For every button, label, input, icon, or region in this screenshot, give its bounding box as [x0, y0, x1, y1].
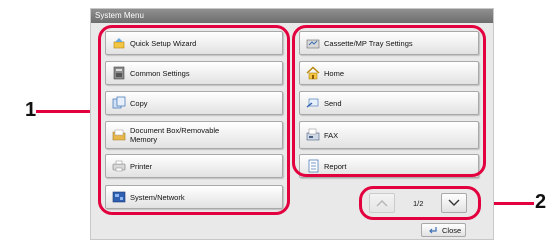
pagination-highlight — [359, 186, 481, 220]
right-column-highlight — [292, 25, 486, 177]
callout-number-2: 2 — [535, 191, 547, 213]
return-icon — [428, 225, 438, 235]
close-label: Close — [442, 225, 462, 235]
system-menu-panel: System Menu Quick Setup Wizard Common Se… — [90, 8, 494, 240]
callout-number-1: 1 — [25, 99, 37, 121]
left-column-highlight — [98, 25, 290, 215]
window-title: System Menu — [91, 9, 493, 23]
close-button[interactable]: Close — [421, 223, 466, 237]
